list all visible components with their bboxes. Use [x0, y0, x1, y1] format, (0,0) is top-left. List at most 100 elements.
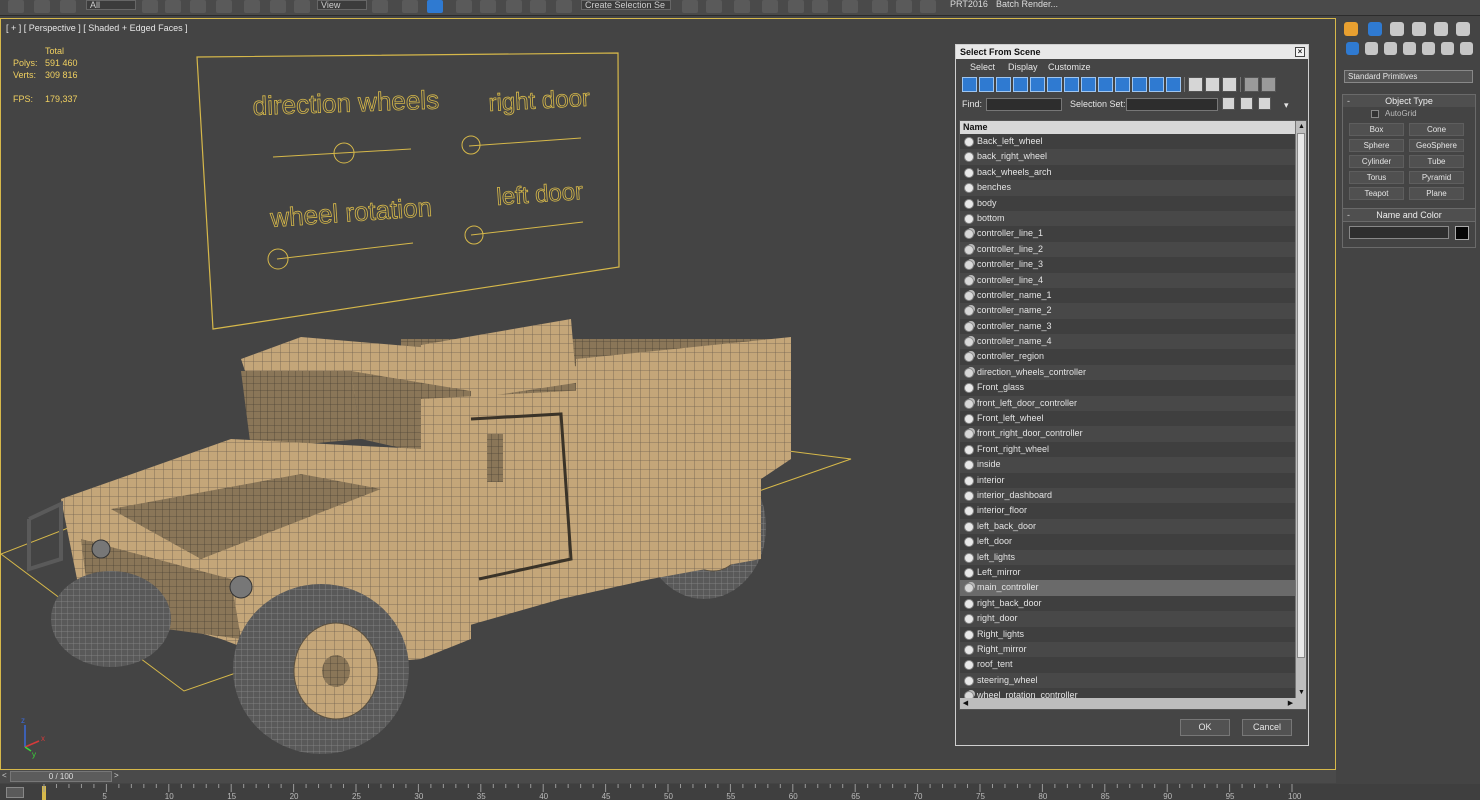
- list-item[interactable]: direction_wheels_controller: [960, 364, 1296, 381]
- dialog-title-bar[interactable]: Select From Scene ×: [956, 45, 1308, 59]
- list-item[interactable]: steering_wheel: [960, 672, 1296, 689]
- snaps-toggle-icon[interactable]: [456, 0, 472, 13]
- ok-button[interactable]: OK: [1180, 719, 1230, 736]
- autogrid-checkbox[interactable]: [1371, 110, 1379, 118]
- menu-select[interactable]: Select: [970, 62, 995, 72]
- select-manipulate-icon[interactable]: [402, 0, 418, 13]
- object-name-input[interactable]: [1349, 226, 1449, 239]
- cone-button[interactable]: Cone: [1409, 123, 1464, 136]
- list-item[interactable]: controller_line_2: [960, 241, 1296, 258]
- display-xrefs-icon[interactable]: [1081, 77, 1096, 92]
- percent-snap-icon[interactable]: [506, 0, 522, 13]
- list-item[interactable]: front_left_door_controller: [960, 395, 1296, 412]
- select-object-icon[interactable]: [142, 0, 158, 13]
- scrollbar-thumb[interactable]: [1297, 133, 1305, 658]
- list-item[interactable]: benches: [960, 180, 1296, 196]
- hierarchy-tab-icon[interactable]: [1390, 22, 1404, 36]
- pivot-center-icon[interactable]: [372, 0, 388, 13]
- remove-selection-set-icon[interactable]: [1258, 97, 1271, 110]
- selection-set-dropdown[interactable]: [1126, 98, 1218, 111]
- list-item[interactable]: roof_tent: [960, 657, 1296, 673]
- list-item[interactable]: front_right_door_controller: [960, 426, 1296, 442]
- align-icon[interactable]: [706, 0, 722, 13]
- list-item[interactable]: body: [960, 195, 1296, 211]
- spinner-snap-icon[interactable]: [530, 0, 546, 13]
- sphere-button[interactable]: Sphere: [1349, 139, 1404, 152]
- list-item[interactable]: controller_name_2: [960, 303, 1296, 319]
- name-column-header[interactable]: Name: [960, 121, 1296, 134]
- display-bones-icon[interactable]: [1098, 77, 1113, 92]
- horizontal-scrollbar[interactable]: ◀ ▶: [960, 698, 1306, 709]
- track-bar[interactable]: 5 10 15 20 25 30 35 40 45 50 55 60 65 70 75 80 85 90 95 100: [0, 784, 1480, 800]
- scroll-up-icon[interactable]: ▲: [1296, 121, 1306, 132]
- display-lights-icon[interactable]: [996, 77, 1011, 92]
- display-groups-icon[interactable]: [1064, 77, 1079, 92]
- list-item[interactable]: Right_lights: [960, 626, 1296, 642]
- move-icon[interactable]: [244, 0, 260, 13]
- menu-display[interactable]: Display: [1008, 62, 1038, 72]
- helpers-icon[interactable]: [1422, 42, 1435, 55]
- unlink-icon[interactable]: [34, 0, 50, 13]
- reference-coordinate-dropdown[interactable]: View: [317, 0, 367, 10]
- list-item[interactable]: interior_floor: [960, 503, 1296, 519]
- collapse-icon[interactable]: -: [1347, 209, 1350, 221]
- list-item[interactable]: controller_name_1: [960, 287, 1296, 304]
- list-item[interactable]: left_lights: [960, 549, 1296, 565]
- close-icon[interactable]: ×: [1295, 47, 1305, 57]
- select-by-name-icon[interactable]: [165, 0, 181, 13]
- select-all-icon[interactable]: [1188, 77, 1203, 92]
- lights-icon[interactable]: [1384, 42, 1397, 55]
- list-item[interactable]: bottom: [960, 210, 1296, 227]
- list-item[interactable]: Right_mirror: [960, 641, 1296, 658]
- list-item[interactable]: left_back_door: [960, 518, 1296, 535]
- time-slider[interactable]: 0 / 100: [10, 771, 112, 782]
- list-item[interactable]: controller_name_3: [960, 318, 1296, 335]
- list-item[interactable]: inside: [960, 457, 1296, 473]
- display-shapes-icon[interactable]: [979, 77, 994, 92]
- display-containers-icon[interactable]: [1115, 77, 1130, 92]
- list-item[interactable]: main_controller: [960, 580, 1296, 596]
- create-tab-icon[interactable]: [1344, 22, 1358, 36]
- geometry-icon[interactable]: [1346, 42, 1359, 55]
- geosphere-button[interactable]: GeoSphere: [1409, 139, 1464, 152]
- space-warps-icon[interactable]: [1441, 42, 1454, 55]
- filter-icon[interactable]: [1244, 77, 1259, 92]
- link-icon[interactable]: [8, 0, 24, 13]
- keyboard-shortcut-override-icon[interactable]: [427, 0, 443, 13]
- list-item[interactable]: controller_region: [960, 349, 1296, 365]
- list-item[interactable]: interior: [960, 472, 1296, 488]
- primitive-category-dropdown[interactable]: Standard Primitives: [1344, 70, 1473, 83]
- list-item[interactable]: Front_glass: [960, 380, 1296, 396]
- scroll-right-icon[interactable]: ▶: [1285, 698, 1296, 709]
- named-selection-dropdown[interactable]: Create Selection Se: [581, 0, 671, 10]
- edit-selection-set-icon[interactable]: [1240, 97, 1253, 110]
- find-input[interactable]: [986, 98, 1062, 111]
- systems-icon[interactable]: [1460, 42, 1473, 55]
- window-crossing-icon[interactable]: [216, 0, 232, 13]
- mirror-icon[interactable]: [682, 0, 698, 13]
- list-item[interactable]: right_door: [960, 611, 1296, 627]
- list-item[interactable]: left_door: [960, 534, 1296, 550]
- viewport-label[interactable]: [ + ] [ Perspective ] [ Shaded + Edged F…: [6, 23, 188, 33]
- list-item[interactable]: back_right_wheel: [960, 149, 1296, 165]
- layer-explorer-icon[interactable]: [734, 0, 750, 13]
- list-item[interactable]: Front_right_wheel: [960, 441, 1296, 458]
- select-invert-icon[interactable]: [1222, 77, 1237, 92]
- list-item[interactable]: right_back_door: [960, 595, 1296, 612]
- vertical-scrollbar[interactable]: ▲ ▼: [1295, 121, 1306, 698]
- material-editor-icon[interactable]: [842, 0, 858, 13]
- torus-button[interactable]: Torus: [1349, 171, 1404, 184]
- rendered-frame-window-icon[interactable]: [896, 0, 912, 13]
- list-item[interactable]: Left_mirror: [960, 564, 1296, 581]
- render-setup-icon[interactable]: [872, 0, 888, 13]
- rectangular-selection-icon[interactable]: [190, 0, 206, 13]
- display-geometry-icon[interactable]: [962, 77, 977, 92]
- cancel-button[interactable]: Cancel: [1242, 719, 1292, 736]
- scale-icon[interactable]: [294, 0, 310, 13]
- list-item[interactable]: controller_line_1: [960, 226, 1296, 242]
- list-item[interactable]: back_wheels_arch: [960, 164, 1296, 181]
- create-selection-set-icon[interactable]: [1222, 97, 1235, 110]
- shapes-icon[interactable]: [1365, 42, 1378, 55]
- render-production-icon[interactable]: [920, 0, 936, 13]
- chevron-down-icon[interactable]: ▾: [1284, 100, 1289, 111]
